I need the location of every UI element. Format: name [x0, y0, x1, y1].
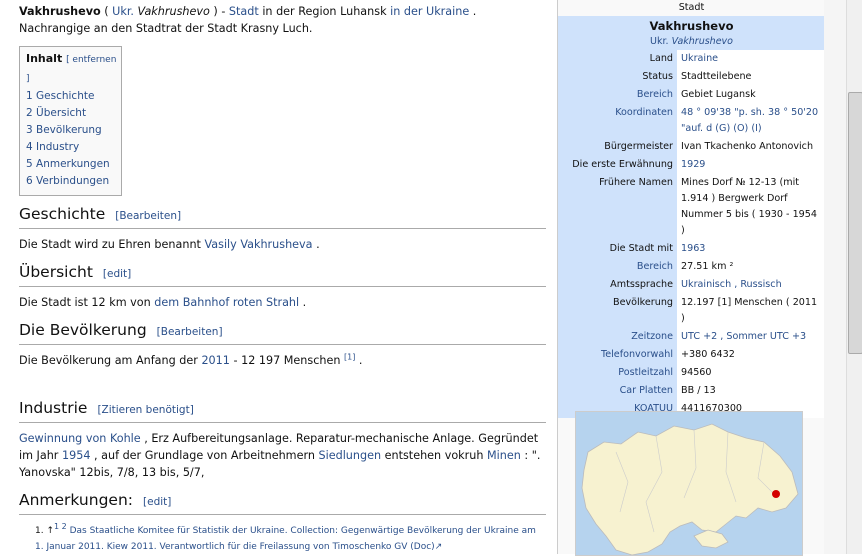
infobox-row: Bevölkerung 12.197 [1] Menschen ( 2011 ) [558, 294, 825, 328]
kohle-link[interactable]: Gewinnung von Kohle [19, 432, 141, 445]
infobox-value: Mines Dorf № 12-13 (mit 1.914 ) Bergwerk… [677, 174, 825, 240]
reference-backlinks[interactable]: 1 2 [54, 522, 67, 531]
vakhrusheva-link[interactable]: Vasily Vakhrusheva [204, 238, 312, 251]
infobox-label[interactable]: Zeitzone [558, 328, 677, 346]
section-heading-industrie: Industrie [Zitieren benötigt] [19, 398, 546, 423]
article-subject: Vakhrushevo [19, 5, 101, 18]
footnote-ref-1[interactable]: [1] [344, 352, 355, 361]
infobox-title: Vakhrushevo [558, 16, 825, 34]
external-link-icon: ↗ [434, 542, 443, 552]
infobox-row: Amtssprache Ukrainisch , Russisch [558, 276, 825, 294]
paragraph-uebersicht: Die Stadt ist 12 km von dem Bahnhof rote… [19, 296, 307, 309]
infobox-value: Ivan Tkachenko Antonovich [677, 138, 825, 156]
infobox-label[interactable]: Bereich [558, 86, 677, 104]
toc-item-bevoelkerung[interactable]: 3 Bevölkerung [26, 122, 121, 139]
ukraine-link[interactable]: in der Ukraine [390, 5, 469, 18]
infobox-value: 94560 [677, 364, 825, 382]
infobox-label[interactable]: Bereich [558, 258, 677, 276]
infobox-value[interactable]: 1963 [677, 240, 825, 258]
infobox-row: Land Ukraine [558, 50, 825, 68]
edit-link-geschichte[interactable]: [Bearbeiten] [115, 210, 181, 222]
infobox-row: Zeitzone UTC +2 , Sommer UTC +3 [558, 328, 825, 346]
edit-link-anmerkungen[interactable]: [edit] [143, 496, 171, 508]
infobox-row: Bereich Gebiet Lugansk [558, 86, 825, 104]
section-heading-anmerkungen: Anmerkungen: [edit] [19, 490, 546, 515]
infobox-row: Car Platten BB / 13 [558, 382, 825, 400]
infobox-row: Frühere Namen Mines Dorf № 12-13 (mit 1.9… [558, 174, 825, 240]
minen-link[interactable]: Minen [487, 449, 521, 462]
infobox-table: Land Ukraine Status Stadtteilebene Bereich Ge… [558, 50, 825, 418]
bahnhof-link[interactable]: dem Bahnhof roten Strahl [154, 296, 299, 309]
infobox-value: 12.197 [1] Menschen ( 2011 ) [677, 294, 825, 328]
ukr-link[interactable]: Ukr. [112, 5, 134, 18]
infobox-label: Die Stadt mit [558, 240, 677, 258]
infobox-row: Telefonvorwahl +380 6432 [558, 346, 825, 364]
infobox-label: Status [558, 68, 677, 86]
infobox-value[interactable]: 1929 [677, 156, 825, 174]
infobox-row: Postleitzahl 94560 [558, 364, 825, 382]
infobox-value: Stadtteilebene [677, 68, 825, 86]
article-content: Vakhrushevo ( Ukr. Vakhrushevo ) - Stadt… [19, 0, 546, 555]
paragraph-industrie: Gewinnung von Kohle , Erz Aufbereitungsa… [19, 432, 541, 479]
infobox-row: Die Stadt mit 1963 [558, 240, 825, 258]
toc-item-anmerkungen[interactable]: 5 Anmerkungen [26, 156, 121, 173]
infobox-label[interactable]: Telefonvorwahl [558, 346, 677, 364]
infobox-label: Bevölkerung [558, 294, 677, 328]
toc-item-verbindungen[interactable]: 6 Verbindungen [26, 173, 121, 190]
toc-title: Inhalt [26, 52, 63, 65]
scrollbar-thumb[interactable] [848, 92, 862, 354]
references-list: 1. ↑1 2 Das Staatliche Komitee für Stati… [19, 523, 546, 555]
infobox-row: Bereich 27.51 km ² [558, 258, 825, 276]
toc-item-industry[interactable]: 4 Industry [26, 139, 121, 156]
ukraine-map-image [576, 412, 802, 556]
infobox-value[interactable]: Ukraine [677, 50, 825, 68]
infobox-label: Bürgermeister [558, 138, 677, 156]
infobox-value[interactable]: 48 ° 09'38 "p. sh. 38 ° 50'20 "auf. d (G… [677, 104, 825, 138]
infobox-label: Amtssprache [558, 276, 677, 294]
location-map [575, 411, 803, 556]
infobox-row: Bürgermeister Ivan Tkachenko Antonovich [558, 138, 825, 156]
vertical-scrollbar[interactable] [846, 0, 862, 554]
infobox-value[interactable]: Ukrainisch , Russisch [677, 276, 825, 294]
year-1954-link[interactable]: 1954 [62, 449, 90, 462]
infobox-subtitle: Ukr. Vakhrushevo [558, 34, 825, 50]
siedlungen-link[interactable]: Siedlungen [319, 449, 382, 462]
toc-item-geschichte[interactable]: 1 Geschichte [26, 88, 121, 105]
table-of-contents: Inhalt [ entfernen ] 1 Geschichte 2 Über… [19, 46, 122, 196]
right-gutter [824, 0, 846, 554]
infobox-value: Gebiet Lugansk [677, 86, 825, 104]
edit-link-uebersicht[interactable]: [edit] [103, 268, 131, 280]
toc-item-uebersicht[interactable]: 2 Übersicht [26, 105, 121, 122]
reference-marker: 1. ↑ [35, 526, 54, 536]
infobox-row: Die erste Erwähnung 1929 [558, 156, 825, 174]
infobox-label[interactable]: Postleitzahl [558, 364, 677, 382]
infobox-label: Frühere Namen [558, 174, 677, 240]
edit-link-bevoelkerung[interactable]: [Bearbeiten] [157, 326, 223, 338]
citation-needed-link[interactable]: [Zitieren benötigt] [97, 404, 193, 416]
infobox: Stadt Vakhrushevo Ukr. Vakhrushevo Land U… [557, 0, 826, 556]
section-heading-uebersicht: Übersicht [edit] [19, 262, 546, 287]
infobox-value[interactable]: UTC +2 , Sommer UTC +3 [677, 328, 825, 346]
infobox-header: Stadt [678, 2, 705, 13]
infobox-value: +380 6432 [677, 346, 825, 364]
infobox-label: Die erste Erwähnung [558, 156, 677, 174]
intro-paragraph: Vakhrushevo ( Ukr. Vakhrushevo ) - Stadt… [19, 5, 477, 35]
infobox-row: Status Stadtteilebene [558, 68, 825, 86]
infobox-label: Land [558, 50, 677, 68]
section-heading-geschichte: Geschichte [Bearbeiten] [19, 204, 546, 229]
stadt-link[interactable]: Stadt [229, 5, 259, 18]
infobox-label[interactable]: Car Platten [558, 382, 677, 400]
infobox-row: Koordinaten 48 ° 09'38 "p. sh. 38 ° 50'20… [558, 104, 825, 138]
section-heading-bevoelkerung: Die Bevölkerung [Bearbeiten] [19, 320, 546, 345]
year-2011-link[interactable]: 2011 [201, 354, 229, 367]
infobox-label[interactable]: Koordinaten [558, 104, 677, 138]
paragraph-bevoelkerung: Die Bevölkerung am Anfang der 2011 - 12 … [19, 352, 363, 367]
location-marker [772, 490, 780, 498]
infobox-value: 27.51 km ² [677, 258, 825, 276]
paragraph-geschichte: Die Stadt wird zu Ehren benannt Vasily V… [19, 238, 320, 251]
infobox-value: BB / 13 [677, 382, 825, 400]
reference-text[interactable]: Das Staatliche Komitee für Statistik der… [35, 526, 536, 552]
